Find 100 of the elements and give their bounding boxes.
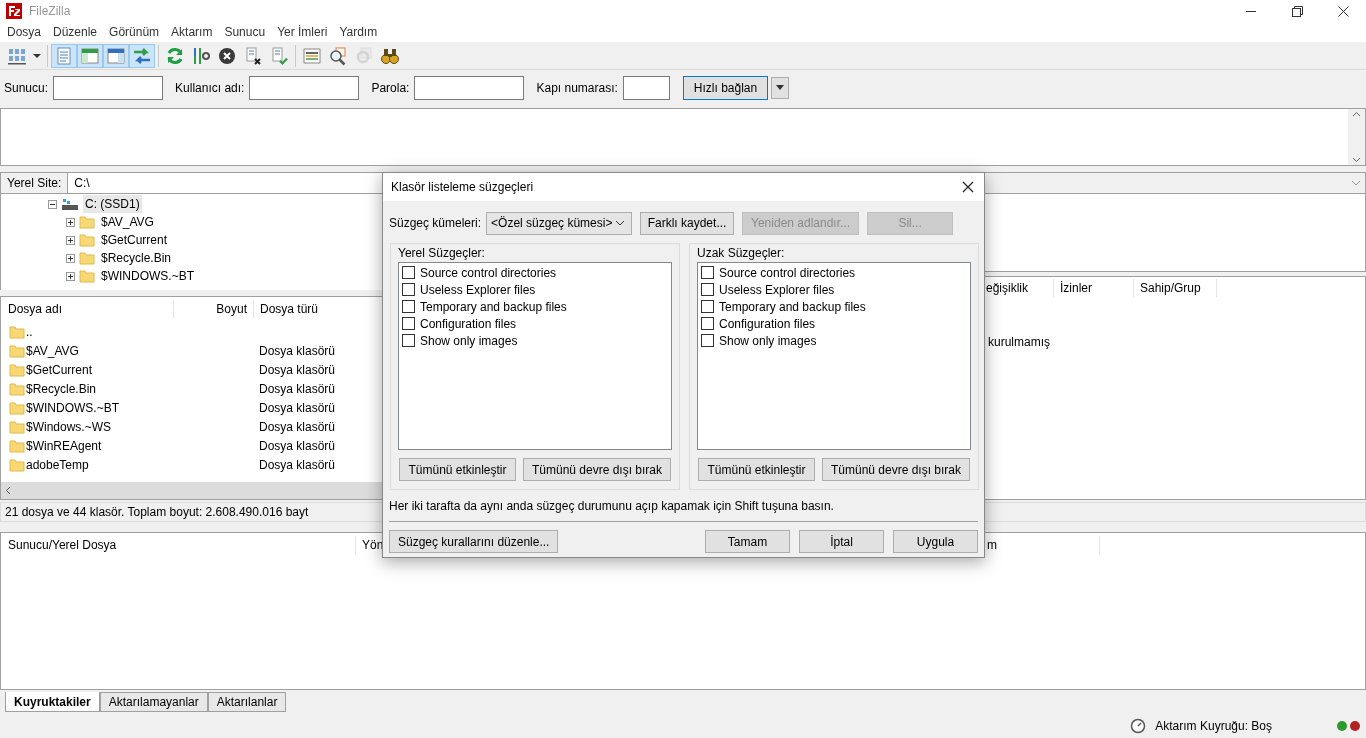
button[interactable]: Tümünü etkinleştir [698,458,815,481]
checkbox[interactable] [701,266,714,279]
field-label: Parola: [371,80,410,97]
column-header[interactable]: Sunucu/Yerel Dosya [1,536,355,554]
checkbox[interactable] [701,334,714,347]
checkbox[interactable] [402,300,415,313]
input-field[interactable] [414,76,525,100]
expand-icon[interactable] [66,271,75,281]
checkbox-row[interactable]: Source control directories [402,264,671,281]
checkbox-row[interactable]: Temporary and backup files [701,298,970,315]
scroll-up-icon[interactable] [1352,111,1361,117]
menu-item[interactable]: Görünüm [103,23,166,41]
button[interactable]: İptal [799,530,884,553]
caret-icon [775,85,786,91]
tree-item[interactable]: $GetCurrent [99,231,170,249]
close-icon[interactable] [962,181,974,193]
tree-item[interactable]: $Recycle.Bin [99,249,174,267]
folder-icon [79,250,95,266]
file-name: $GetCurrent [26,361,93,379]
button[interactable]: Tümünü devre dışı bırak [822,458,970,481]
input-field[interactable] [53,76,164,100]
chevron-icon [1351,180,1361,186]
document-icon [54,45,74,66]
collapse-icon[interactable] [48,199,57,209]
button[interactable]: Farklı kaydet... [640,211,735,235]
file-name: adobeTemp [26,456,89,474]
folder-icon [9,361,25,378]
tree-item[interactable]: C: (SSD1) [83,195,142,213]
scrollbar[interactable] [1348,109,1365,165]
tab[interactable]: Aktarılamayanlar [99,692,208,712]
window-title: FileZilla [29,3,71,20]
scroll-down-icon[interactable] [1352,157,1361,163]
expand-icon[interactable] [66,235,75,245]
cancel-icon [217,45,237,66]
checkbox[interactable] [402,266,415,279]
checkbox-row[interactable]: Source control directories [701,264,970,281]
status-message: kurulmamış [987,334,1051,351]
menu-item[interactable]: Dosya [1,23,47,41]
tree-item[interactable]: $WINDOWS.~BT [99,267,196,285]
checkbox-row[interactable]: Show only images [701,332,970,349]
tab[interactable]: Kuyruktakiler [5,692,100,712]
checkbox-row[interactable]: Temporary and backup files [402,298,671,315]
app-logo-icon [6,3,22,19]
tab[interactable]: Aktarılanlar [207,692,287,712]
file-name: $WinREAgent [26,437,102,455]
close-icon [1337,5,1349,17]
refresh-icon [165,45,185,66]
menu-item[interactable]: Yer İmleri [271,23,334,41]
menu-item[interactable]: Aktarım [165,23,219,41]
field-label: Kullanıcı adı: [175,80,245,97]
button[interactable]: Tamam [705,530,790,553]
column-header[interactable]: Dosya türü [253,300,373,318]
menu-item[interactable]: Sunucu [218,23,272,41]
quickconnect-button[interactable]: Hızlı bağlan [682,76,769,100]
column-header[interactable]: Boyut [173,300,253,318]
expand-icon[interactable] [66,217,75,227]
filter-set-dropdown[interactable]: <Özel süzgeç kümesi> [486,211,633,235]
tree-item[interactable]: $AV_AVG [99,213,156,231]
checkbox[interactable] [701,300,714,313]
sliders-icon [191,45,211,66]
button[interactable]: Tümünü devre dışı bırak [523,458,671,481]
magnifier-icon [328,45,348,66]
folder-icon [9,323,25,340]
field-label: Sunucu: [4,80,49,97]
folder-icon [9,342,25,359]
restore-icon [1291,5,1303,17]
menu-item[interactable]: Yardım [333,23,384,41]
checkbox-row[interactable]: Configuration files [701,315,970,332]
file-type: Dosya klasörü [259,438,336,453]
scroll-left-icon[interactable] [5,486,11,495]
checkbox-row[interactable]: Useless Explorer files [701,281,970,298]
column-header[interactable]: Dosya adı [1,300,173,318]
folder-icon [9,380,25,397]
checkbox[interactable] [701,317,714,330]
folder-icon [79,214,95,230]
column-header[interactable]: Sahip/Grup [1133,279,1217,297]
site-label: Yerel Site: [1,173,69,193]
dropdown-button[interactable] [771,77,790,99]
button[interactable]: Tümünü etkinleştir [399,458,516,481]
list-icon [302,45,322,66]
file-name: $Windows.~WS [26,418,112,436]
folder-icon [9,418,25,435]
menu-item[interactable]: Düzenle [47,23,104,41]
checkbox[interactable] [402,317,415,330]
input-field[interactable] [249,76,360,100]
input-field[interactable] [622,76,670,100]
dialog-title: Klasör listeleme süzgeçleri [391,179,534,196]
checkbox[interactable] [701,283,714,296]
file-type: Dosya klasörü [259,381,336,396]
checkbox-row[interactable]: Show only images [402,332,671,349]
checkbox-row[interactable]: Useless Explorer files [402,281,671,298]
checkbox-row[interactable]: Configuration files [402,315,671,332]
checkbox[interactable] [402,283,415,296]
button[interactable]: Süzgeç kurallarını düzenle... [389,530,559,553]
sync-icon [354,45,374,66]
checkbox[interactable] [402,334,415,347]
column-header[interactable]: eğişiklik [986,279,1053,297]
column-header[interactable]: İzinler [1053,279,1133,297]
expand-icon[interactable] [66,253,75,263]
button[interactable]: Uygula [893,530,978,553]
